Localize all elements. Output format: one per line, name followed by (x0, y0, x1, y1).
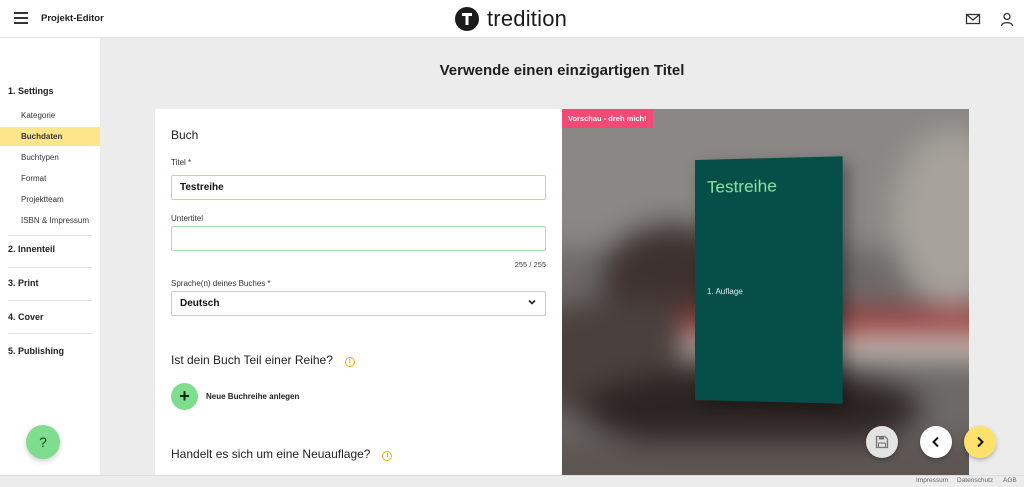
series-question-text: Ist dein Buch Teil einer Reihe? (171, 353, 333, 367)
preview-tag[interactable]: Vorschau - dreh mich! (562, 109, 653, 128)
sidebar-section-cover[interactable]: 4. Cover (8, 312, 44, 322)
chevron-right-icon (977, 436, 984, 448)
add-series-button[interactable]: + (171, 383, 198, 410)
help-button[interactable]: ? (26, 425, 60, 459)
sidebar-item-buchdaten[interactable]: Buchdaten (0, 127, 100, 146)
book-cover-edition: 1. Auflage (706, 287, 743, 297)
section-title-buch: Buch (171, 128, 199, 142)
sidebar-item-format[interactable]: Format (0, 169, 100, 188)
top-bar: Projekt-Editor tredition (0, 0, 1024, 38)
divider (8, 300, 92, 301)
footer-link-agb[interactable]: AGB (1003, 477, 1017, 484)
language-value: Deutsch (180, 298, 220, 309)
book-data-form: Buch Titel * Testreihe Untertitel 255 / … (155, 109, 562, 475)
language-select[interactable]: Deutsch (171, 291, 546, 316)
sidebar-section-innenteil[interactable]: 2. Innenteil (8, 244, 55, 254)
sidebar-section-settings[interactable]: 1. Settings (8, 86, 54, 96)
app-title: Projekt-Editor (41, 13, 104, 24)
user-icon[interactable] (999, 11, 1015, 27)
next-button[interactable] (964, 426, 996, 458)
subtitle-input[interactable] (171, 226, 546, 251)
divider (8, 267, 92, 268)
chevron-down-icon (528, 299, 536, 305)
sidebar-item-buchtypen[interactable]: Buchtypen (0, 148, 100, 167)
book-cover-title: Testreihe (706, 176, 777, 197)
footer: Impressum Datenschutz AGB (0, 475, 1024, 487)
sidebar-section-publishing[interactable]: 5. Publishing (8, 346, 64, 356)
menu-icon[interactable] (14, 12, 28, 24)
reprint-question-text: Handelt es sich um eine Neuauflage? (171, 447, 371, 461)
info-icon[interactable]: i (344, 357, 355, 367)
page-title: Verwende einen einzigartigen Titel (439, 62, 685, 79)
info-icon[interactable]: i (382, 451, 393, 461)
footer-link-datenschutz[interactable]: Datenschutz (957, 477, 993, 484)
sidebar: 1. Settings Kategorie Buchdaten Buchtype… (0, 38, 100, 475)
subtitle-label: Untertitel (171, 214, 204, 223)
title-label: Titel * (171, 158, 192, 167)
logo[interactable]: tredition (455, 5, 567, 33)
mail-icon[interactable] (965, 11, 981, 27)
previous-button[interactable] (920, 426, 952, 458)
save-icon (875, 435, 889, 449)
book-cover[interactable]: Testreihe 1. Auflage (695, 156, 843, 404)
language-label: Sprache(n) deines Buches * (171, 279, 271, 288)
tredition-logo-icon (455, 7, 479, 31)
title-input[interactable]: Testreihe (171, 175, 546, 200)
add-series-label[interactable]: Neue Buchreihe anlegen (206, 392, 299, 401)
chevron-left-icon (932, 436, 939, 448)
subtitle-char-counter: 255 / 255 (514, 260, 546, 269)
footer-link-impressum[interactable]: Impressum (916, 477, 948, 484)
sidebar-item-isbn-impressum[interactable]: ISBN & Impressum (0, 211, 100, 230)
series-question: Ist dein Buch Teil einer Reihe? i (171, 353, 355, 367)
reprint-question: Handelt es sich um eine Neuauflage? i (171, 447, 393, 461)
divider (8, 235, 92, 236)
logo-text: tredition (487, 6, 568, 31)
sidebar-item-projektteam[interactable]: Projektteam (0, 190, 100, 209)
divider (8, 333, 92, 334)
save-button[interactable] (866, 426, 898, 458)
sidebar-section-print[interactable]: 3. Print (8, 278, 39, 288)
sidebar-item-kategorie[interactable]: Kategorie (0, 106, 100, 125)
